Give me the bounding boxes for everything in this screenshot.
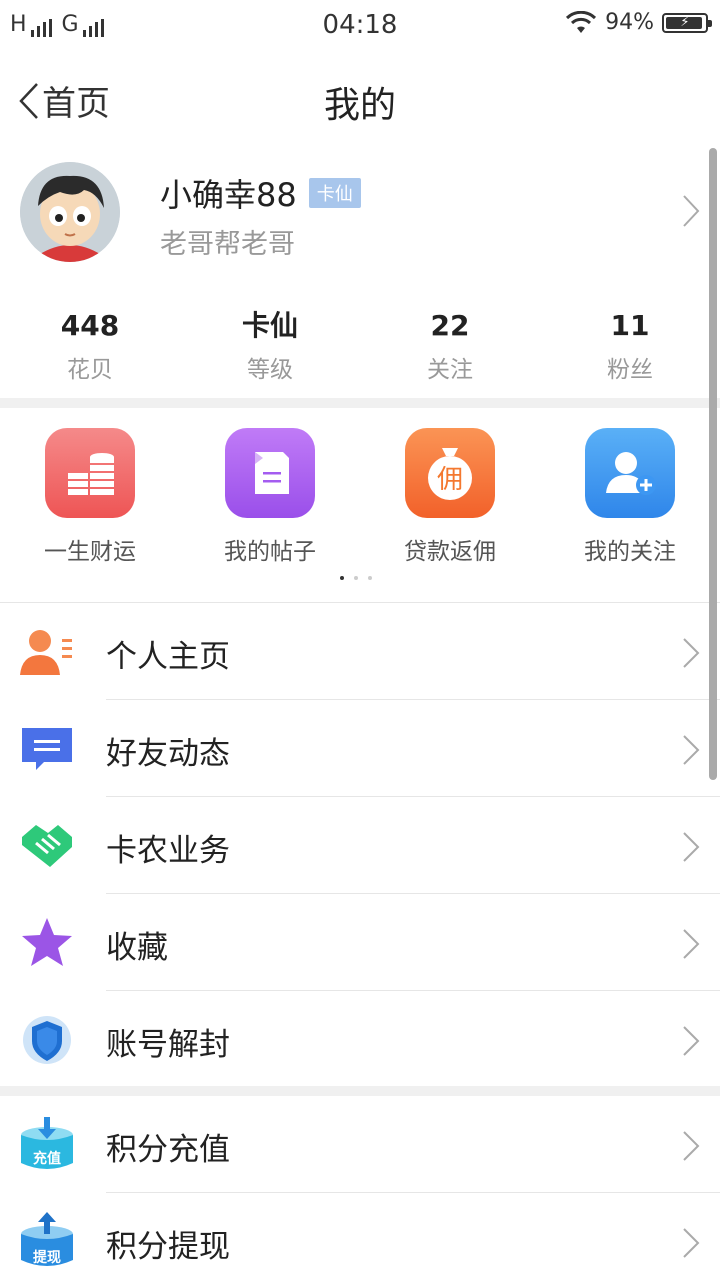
level-badge: 卡仙 xyxy=(308,178,361,208)
stat-value: 448 xyxy=(60,309,120,342)
menu-item-kanong-business[interactable]: 卡农业务 xyxy=(0,797,720,894)
handshake-icon xyxy=(18,819,76,873)
shortcut-label: 我的关注 xyxy=(584,539,676,565)
wifi-icon xyxy=(566,10,597,33)
stat-following[interactable]: 22 关注 xyxy=(360,306,540,384)
stat-points[interactable]: 448 花贝 xyxy=(0,306,180,384)
chevron-right-icon xyxy=(683,195,700,227)
username-row: 小确幸88 卡仙 xyxy=(160,170,361,216)
scrollbar[interactable] xyxy=(709,148,717,780)
battery-icon: ⚡ xyxy=(662,12,712,33)
status-right: 94% ⚡ xyxy=(565,10,712,35)
chevron-right-icon xyxy=(683,638,700,668)
shortcut-my-following[interactable]: 我的关注 xyxy=(540,428,720,566)
stat-followers[interactable]: 11 粉丝 xyxy=(540,306,720,384)
section-divider xyxy=(0,1086,720,1096)
page-dot xyxy=(368,576,372,580)
section-divider xyxy=(0,398,720,408)
menu-label: 收藏 xyxy=(106,930,168,966)
recharge-glyph: 充值 xyxy=(33,1150,61,1167)
menu-item-account-unblock[interactable]: 账号解封 xyxy=(0,991,720,1088)
document-icon xyxy=(225,428,315,518)
user-signature: 老哥帮老哥 xyxy=(160,229,295,260)
stat-label: 关注 xyxy=(427,357,473,383)
shield-icon xyxy=(18,1013,76,1067)
menu-item-favorites[interactable]: 收藏 xyxy=(0,894,720,991)
menu-label: 好友动态 xyxy=(106,736,230,772)
nav-bar: 首页 我的 xyxy=(0,50,720,146)
page-dot-active xyxy=(340,576,344,580)
withdraw-icon: 提现 xyxy=(18,1212,76,1269)
shortcut-label: 我的帖子 xyxy=(224,539,316,565)
star-icon xyxy=(18,916,76,970)
menu-label: 积分提现 xyxy=(106,1229,230,1265)
page-indicator xyxy=(340,576,372,580)
shortcut-label: 贷款返佣 xyxy=(404,539,496,565)
person-card-icon xyxy=(18,625,76,679)
menu-item-points-recharge[interactable]: 充值 积分充值 xyxy=(0,1096,720,1193)
chevron-right-icon xyxy=(683,832,700,862)
status-bar: H G 04:18 94% ⚡ xyxy=(0,0,720,50)
menu-item-personal-homepage[interactable]: 个人主页 xyxy=(0,603,720,700)
money-bag-icon: 佣 xyxy=(405,428,495,518)
stat-label: 花贝 xyxy=(67,357,113,383)
battery-percent: 94% xyxy=(605,10,654,35)
money-bag-glyph: 佣 xyxy=(437,465,463,495)
shortcut-grid: 一生财运 我的帖子 佣 贷款返佣 我的关注 xyxy=(0,408,720,602)
chevron-right-icon xyxy=(683,929,700,959)
stat-level[interactable]: 卡仙 等级 xyxy=(180,306,360,384)
chevron-right-icon xyxy=(683,1228,700,1258)
menu-item-points-withdraw[interactable]: 提现 积分提现 xyxy=(0,1193,720,1280)
page-title: 我的 xyxy=(323,85,396,126)
stat-value: 22 xyxy=(430,309,470,342)
menu-item-friend-feed[interactable]: 好友动态 xyxy=(0,700,720,797)
stat-value: 11 xyxy=(610,309,650,342)
menu-label: 积分充值 xyxy=(106,1132,230,1168)
stat-value: 卡仙 xyxy=(241,309,298,342)
shortcut-my-posts[interactable]: 我的帖子 xyxy=(180,428,360,566)
page-dot xyxy=(354,576,358,580)
add-user-icon xyxy=(585,428,675,518)
stat-label: 粉丝 xyxy=(607,357,653,383)
avatar[interactable] xyxy=(20,162,120,262)
withdraw-glyph: 提现 xyxy=(33,1250,61,1266)
stats-row: 448 花贝 卡仙 等级 22 关注 11 粉丝 xyxy=(0,306,720,384)
recharge-icon: 充值 xyxy=(18,1117,76,1172)
menu-label: 个人主页 xyxy=(106,639,230,675)
menu-label: 卡农业务 xyxy=(106,833,230,869)
shortcut-fortune[interactable]: 一生财运 xyxy=(0,428,180,566)
profile-card[interactable]: 小确幸88 卡仙 老哥帮老哥 448 花贝 卡仙 等级 22 关注 11 粉丝 xyxy=(0,148,720,398)
chevron-right-icon xyxy=(683,735,700,765)
menu-label: 账号解封 xyxy=(106,1027,230,1063)
shortcut-loan-commission[interactable]: 佣 贷款返佣 xyxy=(360,428,540,566)
shortcut-label: 一生财运 xyxy=(44,539,136,565)
coins-icon xyxy=(45,428,135,518)
avatar-image xyxy=(20,162,120,262)
username: 小确幸88 xyxy=(160,176,297,214)
chevron-right-icon xyxy=(683,1131,700,1161)
stat-label: 等级 xyxy=(247,357,293,383)
message-icon xyxy=(18,722,76,776)
chevron-right-icon xyxy=(683,1026,700,1056)
